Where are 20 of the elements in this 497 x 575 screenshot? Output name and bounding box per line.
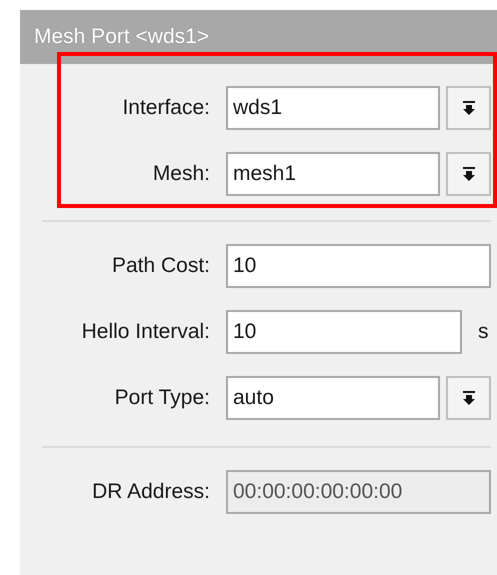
dropdown-button[interactable]	[446, 86, 491, 130]
input-field[interactable]: 10	[226, 244, 491, 288]
unit-label: s	[478, 320, 488, 344]
dropdown-arrow-icon	[462, 100, 476, 116]
field-label: Path Cost:	[110, 254, 211, 278]
dropdown-field[interactable]: wds1	[226, 86, 440, 130]
field-label: DR Address:	[91, 480, 211, 504]
dropdown-arrow-icon	[462, 390, 476, 406]
dropdown-field[interactable]: auto	[226, 376, 440, 420]
dropdown-button[interactable]	[446, 152, 491, 196]
window-title: Mesh Port <wds1>	[34, 25, 210, 49]
dropdown-arrow-icon	[462, 166, 476, 182]
readonly-field: 00:00:00:00:00:00	[226, 470, 491, 514]
dropdown-field[interactable]: mesh1	[226, 152, 440, 196]
dropdown-button[interactable]	[446, 376, 491, 420]
field-label: Port Type:	[114, 386, 211, 410]
field-label: Hello Interval:	[80, 320, 211, 344]
field-label: Mesh:	[152, 162, 211, 186]
input-field[interactable]: 10	[226, 310, 462, 354]
field-label: Interface:	[121, 96, 211, 120]
